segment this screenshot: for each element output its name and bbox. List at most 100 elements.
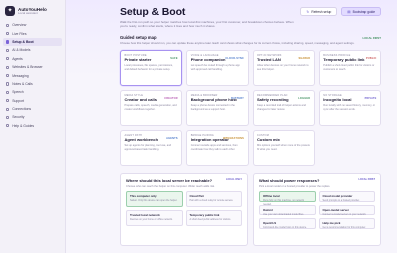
sidebar-item-label: Speech bbox=[12, 90, 24, 95]
preset-card[interactable]: Custom Custom mix Mix options yourself whe… bbox=[252, 130, 315, 167]
preset-tag: BATTERY bbox=[231, 97, 244, 101]
section-title: Guided setup map bbox=[120, 35, 157, 40]
preset-card[interactable]: Media & browser Background phone host BATT… bbox=[186, 90, 249, 127]
option-title: Trusted local network bbox=[130, 213, 160, 218]
option-card[interactable]: OpenCLS Command-line model host on this d… bbox=[259, 218, 316, 229]
sidebar-item-live-files[interactable]: Live Files bbox=[3, 29, 62, 37]
option-title: OpenCLS bbox=[263, 221, 277, 226]
preset-description: Prepare calls, speech, media generation,… bbox=[124, 104, 177, 111]
preset-cards: Boot posture Private starter SAFE Local pro… bbox=[120, 50, 381, 167]
preset-card[interactable]: No storage Incognito local PRIVATE Run loca… bbox=[318, 90, 381, 127]
sidebar-item-label: Messaging bbox=[12, 73, 29, 78]
preset-card[interactable]: Agent path Agent workbench AGENTS Set up ag… bbox=[120, 130, 183, 167]
preset-tag: PUBLIC bbox=[365, 57, 377, 61]
sidebar-item-label: Agents bbox=[12, 56, 23, 61]
page-description: Walk the first-run path so your helper m… bbox=[120, 20, 294, 29]
preset-card[interactable]: Boot posture Private starter SAFE Local pro… bbox=[120, 50, 183, 87]
option-title: Ownml bbox=[263, 207, 273, 212]
guided-setup-section: Guided setup map LOCAL FIRST Choose how … bbox=[120, 35, 381, 167]
preset-title: Custom mix bbox=[257, 137, 280, 143]
logo-icon: ✦ bbox=[5, 6, 15, 16]
preset-description: Connect outside apps and services, then … bbox=[190, 144, 238, 151]
sidebar-item-messaging[interactable]: Messaging bbox=[3, 71, 62, 79]
sidebar-item-help-guides[interactable]: Help & Guides bbox=[3, 122, 62, 130]
panel-tag: LOCAL ONLY bbox=[226, 178, 242, 182]
option-description: Safest. Only this device can open the he… bbox=[130, 199, 178, 203]
preset-tag: SHARED bbox=[298, 57, 311, 61]
sidebar-item-connections[interactable]: Connections bbox=[3, 105, 62, 113]
refresh-setup-button[interactable]: ↻ Refresh setup bbox=[300, 7, 338, 16]
sidebar-item-speech[interactable]: Speech bbox=[3, 88, 62, 96]
reachability-options: This computer only Safest. Only this devi… bbox=[126, 191, 242, 227]
nav-icon bbox=[6, 115, 10, 120]
preset-card[interactable]: Voice & language Phone companion CLOUD-SYN… bbox=[186, 50, 249, 87]
sidebar-item-websites-browser[interactable]: Websites & Browser bbox=[3, 63, 62, 71]
sidebar-item-notes-calls[interactable]: Notes & Calls bbox=[3, 80, 62, 88]
preset-card[interactable]: Bridge pairing Integration operator INTEGR… bbox=[186, 130, 249, 167]
nav-icon bbox=[6, 57, 10, 61]
preset-tag: CREATOR bbox=[164, 97, 178, 101]
sidebar-item-overview[interactable]: Overview bbox=[3, 21, 62, 29]
nav-icon bbox=[6, 73, 10, 78]
sidebar-item-agents[interactable]: Agents bbox=[3, 55, 62, 63]
option-card[interactable]: Temporary public link A short-lived publi… bbox=[185, 210, 242, 227]
sidebar-item-label: Setup & Boot bbox=[12, 39, 34, 44]
option-title: Cloud model provider bbox=[322, 194, 353, 199]
nav-icon bbox=[6, 65, 10, 69]
preset-card[interactable]: Business profile Temporary public link PUB… bbox=[318, 50, 381, 87]
page-header: Setup & Boot Walk the first-run path so … bbox=[120, 0, 381, 35]
nav-icon bbox=[6, 31, 10, 36]
refresh-icon: ↻ bbox=[306, 9, 310, 14]
brand-subtitle: Local assistant bbox=[18, 10, 38, 15]
preset-description: Run locally with no saved history, memor… bbox=[323, 104, 376, 111]
option-card[interactable]: Ownml Use your own downloaded model files… bbox=[259, 204, 316, 216]
option-card[interactable]: This computer only Safest. Only this devi… bbox=[126, 191, 183, 208]
section-badge: LOCAL FIRST bbox=[362, 36, 381, 40]
book-icon: ▤ bbox=[347, 9, 351, 14]
nav-icon bbox=[6, 90, 10, 94]
header-actions: ↻ Refresh setup ▤ Bootstrap guide bbox=[300, 7, 381, 16]
nav-icon bbox=[6, 40, 10, 44]
nav-icon bbox=[6, 124, 10, 128]
sidebar-item-setup-boot[interactable]: Setup & Boot bbox=[3, 37, 62, 47]
preset-description: Keep a phone device connected in the bac… bbox=[190, 104, 235, 111]
section-description: Choose how this helper should run, you c… bbox=[120, 40, 355, 45]
option-card[interactable]: Open-model server Connect a model server … bbox=[318, 204, 375, 216]
option-card[interactable]: Cloud model provider Send prompts to a ho… bbox=[318, 191, 375, 202]
preset-tag: CLOUD-SYNC bbox=[225, 57, 244, 61]
preset-description: Publish a short-lived public link for vi… bbox=[323, 64, 375, 71]
preset-card[interactable]: Media style Creator and calls CREATOR Prepa… bbox=[120, 90, 183, 127]
option-description: Connect a model server on your network. bbox=[322, 212, 367, 216]
sidebar-item-support[interactable]: Support bbox=[3, 97, 62, 105]
preset-description: Allow other devices on your home network… bbox=[257, 64, 309, 71]
sidebar-item-label: Support bbox=[12, 98, 25, 103]
option-description: Use your own downloaded model files. bbox=[263, 212, 304, 216]
app-root: ✦ AutoYouHelo Local assistant Overview Li… bbox=[0, 0, 397, 253]
option-card[interactable]: Trusted local network Devices on your hom… bbox=[126, 210, 183, 227]
preset-card[interactable]: Opt-in network Trusted LAN SHARED Allow oth… bbox=[252, 50, 315, 87]
preset-tag: AGENTS bbox=[166, 137, 178, 141]
panel-description: Choose who can reach the helper on this … bbox=[126, 184, 215, 188]
option-title: Open-model server bbox=[322, 207, 349, 212]
power-panel: LOCAL FIRST What should power responses?… bbox=[253, 173, 381, 247]
nav-icon bbox=[6, 99, 10, 103]
preset-tag: SAFE bbox=[170, 57, 178, 61]
preset-description: Keep a recorded trail of helper actions … bbox=[257, 104, 306, 111]
preset-description: Mix options yourself when none of the pr… bbox=[257, 144, 310, 151]
option-card[interactable]: Offline local Runs fully on this machine,… bbox=[259, 191, 316, 206]
option-description: Command-line model host on this device. bbox=[263, 226, 307, 230]
power-options: Offline local Runs fully on this machine,… bbox=[259, 191, 375, 229]
reachability-panel: LOCAL ONLY Where should this local serve… bbox=[120, 173, 248, 247]
sidebar-item-security[interactable]: Security bbox=[3, 113, 62, 121]
option-card[interactable]: Help me pick Get a recommendation for thi… bbox=[318, 218, 375, 229]
sidebar-item-ai-models[interactable]: AI & Models bbox=[3, 46, 62, 54]
preset-description: Set up agents for planning, tool use, an… bbox=[124, 144, 172, 151]
lower-panels: LOCAL ONLY Where should this local serve… bbox=[120, 173, 381, 247]
sidebar-item-label: Connections bbox=[12, 107, 32, 112]
sidebar-item-label: Help & Guides bbox=[12, 123, 35, 128]
option-card[interactable]: Cloud Pair Pair with a cloud relay for re… bbox=[185, 191, 242, 208]
nav-icon bbox=[6, 23, 10, 27]
bootstrap-guide-button[interactable]: ▤ Bootstrap guide bbox=[341, 7, 381, 16]
preset-card[interactable]: Recommended plan Safety recording LOGGED Ke… bbox=[252, 90, 315, 127]
main-content: Setup & Boot Walk the first-run path so … bbox=[66, 0, 397, 253]
